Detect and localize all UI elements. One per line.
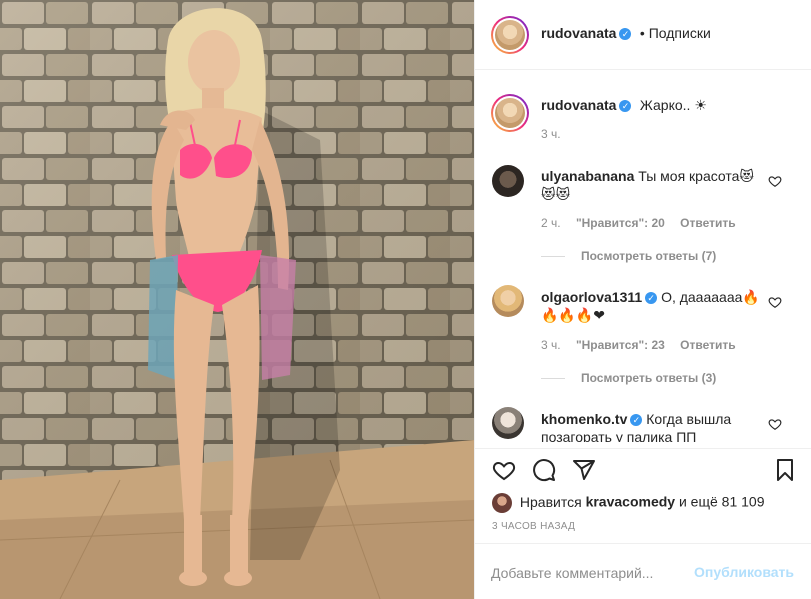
divider [541, 256, 565, 258]
comment-meta: 2 ч. "Нравится": 20 Ответить [541, 216, 736, 230]
share-icon[interactable] [572, 458, 596, 482]
post-photo[interactable] [0, 0, 474, 599]
comment-text: Когда вышла [646, 411, 732, 427]
caption-text: Жарко.. ☀ [639, 97, 707, 113]
commenter-avatar[interactable] [492, 407, 524, 439]
likes-summary: Нравится kravacomedy и ещё 81 109 [492, 493, 764, 513]
view-replies-button[interactable]: Посмотреть ответы (3) [541, 371, 716, 385]
comment-username[interactable]: khomenko.tv [541, 411, 627, 427]
comment-item: khomenko.tv ✓ Когда вышла позагорать у па… [541, 410, 761, 442]
caption: rudovanata ✓ Жарко.. ☀ [541, 97, 707, 115]
commenter-avatar[interactable] [492, 285, 524, 317]
verified-icon: ✓ [619, 99, 632, 112]
comments-list[interactable]: rudovanata ✓ Жарко.. ☀ 3 ч. ulyanabanana … [475, 70, 811, 442]
reply-button[interactable]: Ответить [680, 216, 735, 230]
verified-icon: ✓ [645, 292, 658, 305]
commenter-avatar[interactable] [492, 165, 524, 197]
post-header: rudovanata ✓ • Подписки [475, 0, 811, 70]
divider [541, 378, 565, 380]
comment-text-cont: 🔥🔥🔥❤ [541, 307, 606, 323]
comment-time[interactable]: 2 ч. [541, 216, 561, 230]
comment-like-heart-icon[interactable] [768, 417, 782, 431]
comment-like-heart-icon[interactable] [768, 295, 782, 309]
likes-prefix: Нравится [519, 493, 582, 510]
view-replies-button[interactable]: Посмотреть ответы (7) [541, 249, 716, 263]
comment-time[interactable]: 3 ч. [541, 338, 561, 352]
comment-input[interactable] [491, 562, 711, 584]
comment-item: ulyanabanana Ты моя красота😻 😻😻 [541, 167, 761, 203]
reply-button[interactable]: Ответить [680, 338, 735, 352]
heart-icon[interactable] [492, 458, 516, 482]
comment-likes[interactable]: "Нравится": 23 [576, 338, 665, 352]
add-comment-form: Опубликовать [475, 543, 811, 599]
publish-button[interactable]: Опубликовать [694, 564, 794, 580]
comment-text: Ты моя красота😻 [638, 168, 755, 184]
verified-icon: ✓ [630, 414, 643, 427]
comment-username[interactable]: ulyanabanana [541, 168, 634, 184]
comment-meta: 3 ч. "Нравится": 23 Ответить [541, 338, 736, 352]
liker-avatar[interactable] [492, 493, 512, 513]
view-replies-label: Посмотреть ответы (3) [581, 371, 717, 385]
comment-text-cont: 😻😻 [541, 186, 571, 202]
likes-count[interactable]: и ещё 81 109 [679, 494, 765, 510]
post-sidebar: rudovanata ✓ • Подписки rudovanata ✓ Жарко… [474, 0, 811, 599]
bookmark-icon[interactable] [773, 458, 797, 482]
liker-username[interactable]: kravacomedy [586, 494, 676, 510]
action-bar [475, 448, 811, 489]
caption-avatar[interactable] [491, 94, 529, 132]
follow-status[interactable]: • Подписки [640, 25, 711, 41]
comment-like-heart-icon[interactable] [768, 174, 782, 188]
author-avatar[interactable] [491, 16, 529, 54]
comment-likes[interactable]: "Нравится": 20 [576, 216, 665, 230]
comment-item: olgaorlova1311 ✓ О, дааааааа🔥 🔥🔥🔥❤ [541, 288, 761, 324]
view-replies-label: Посмотреть ответы (7) [581, 249, 717, 263]
post-timestamp[interactable]: 3 ЧАСОВ НАЗАД [492, 521, 575, 532]
post-image [0, 0, 474, 599]
comment-text-cont: позагорать у палика ПП [541, 429, 697, 442]
comment-username[interactable]: olgaorlova1311 [541, 289, 642, 305]
verified-icon: ✓ [619, 27, 632, 40]
caption-time[interactable]: 3 ч. [541, 127, 561, 141]
author-line: rudovanata ✓ • Подписки [541, 25, 711, 43]
caption-username[interactable]: rudovanata [541, 97, 616, 113]
author-username[interactable]: rudovanata [541, 25, 616, 41]
comment-icon[interactable] [532, 458, 556, 482]
comment-text: О, дааааааа🔥 [661, 289, 760, 305]
